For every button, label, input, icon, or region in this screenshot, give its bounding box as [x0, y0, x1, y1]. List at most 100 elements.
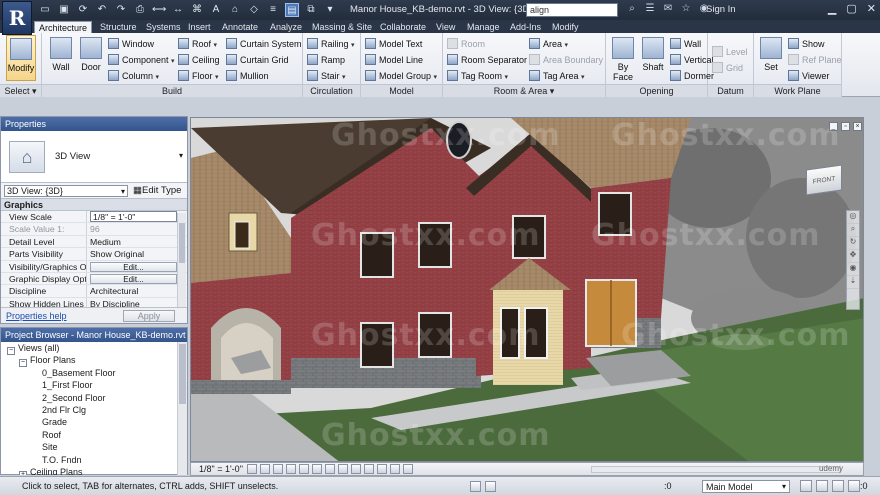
tree-item[interactable]: − Floor Plans: [1, 354, 177, 368]
worksharing-icon[interactable]: [377, 464, 387, 474]
crop-view-icon[interactable]: [312, 464, 322, 474]
save-icon[interactable]: ▣: [57, 3, 71, 17]
curtain-grid-button[interactable]: Curtain Grid: [226, 53, 289, 67]
open-icon[interactable]: ▭: [38, 3, 52, 17]
look-icon[interactable]: ◉: [847, 263, 859, 276]
roof-button[interactable]: Roof ▾: [178, 37, 217, 51]
show-crop-icon[interactable]: [325, 464, 335, 474]
tab-insert[interactable]: Insert: [184, 21, 215, 33]
visual-style-icon[interactable]: [260, 464, 270, 474]
vertical-opening-button[interactable]: Vertical: [670, 53, 714, 67]
door-button[interactable]: Door: [76, 35, 106, 81]
select-pinned-icon[interactable]: [832, 480, 844, 492]
orbit-icon[interactable]: ↻: [847, 237, 859, 250]
properties-help-link[interactable]: Properties help: [6, 311, 67, 321]
model-line-button[interactable]: Model Line: [365, 53, 423, 67]
ramp-button[interactable]: Ramp: [307, 53, 345, 67]
sun-path-icon[interactable]: [273, 464, 283, 474]
properties-group-header[interactable]: Graphics: [1, 199, 187, 211]
by-face-button[interactable]: By Face: [608, 35, 638, 82]
switch-windows-icon[interactable]: ⧉: [304, 3, 318, 17]
ref-plane-button[interactable]: Ref Plane: [788, 53, 842, 67]
view-minimize-icon[interactable]: _: [829, 122, 838, 131]
tab-structure[interactable]: Structure: [96, 21, 141, 33]
room-area-dropdown[interactable]: Room & Area ▾: [443, 84, 605, 97]
select-dropdown[interactable]: Select ▾: [0, 84, 41, 97]
tree-item[interactable]: + Ceiling Plans: [1, 466, 177, 475]
3d-view-canvas[interactable]: Ghostxx.com Ghostxx.com Ghostxx.com Ghos…: [190, 117, 864, 462]
shaft-button[interactable]: Shaft: [638, 35, 668, 81]
view-restore-icon[interactable]: ▫: [841, 122, 850, 131]
prop-value[interactable]: Medium: [87, 236, 187, 247]
tab-architecture[interactable]: Architecture: [34, 21, 93, 33]
tree-item[interactable]: 0_Basement Floor: [1, 367, 177, 379]
design-option-select[interactable]: Main Model: [702, 480, 790, 493]
design-option-icon[interactable]: [485, 481, 496, 492]
workset-icon[interactable]: [470, 481, 481, 492]
tab-view[interactable]: View: [432, 21, 459, 33]
ceiling-button[interactable]: Ceiling: [178, 53, 220, 67]
tab-manage[interactable]: Manage: [463, 21, 504, 33]
view-instance-select[interactable]: 3D View: {3D}: [4, 185, 128, 197]
analytical-model-icon[interactable]: [390, 464, 400, 474]
favorites-icon[interactable]: ☆: [680, 3, 692, 14]
measure-icon[interactable]: ⟷: [152, 3, 166, 17]
tag-area-button[interactable]: Tag Area ▾: [529, 69, 585, 83]
stair-button[interactable]: Stair ▾: [307, 69, 346, 83]
prop-row-detail-level[interactable]: Detail Level Medium: [1, 235, 187, 249]
tab-collaborate[interactable]: Collaborate: [376, 21, 430, 33]
qat-dropdown-icon[interactable]: ▾: [323, 3, 337, 17]
select-by-face-icon[interactable]: [848, 480, 860, 492]
area-button[interactable]: Area ▾: [529, 37, 568, 51]
dimension-icon[interactable]: ↔: [171, 3, 185, 17]
type-selector[interactable]: ⌂ 3D View ▾: [1, 131, 187, 183]
lock-view-icon[interactable]: [338, 464, 348, 474]
tab-modify[interactable]: Modify: [548, 21, 583, 33]
properties-scrollbar[interactable]: [177, 213, 186, 313]
chevron-down-icon[interactable]: ▾: [179, 151, 183, 160]
component-button[interactable]: Component ▾: [108, 53, 175, 67]
select-underlay-icon[interactable]: [816, 480, 828, 492]
apply-button[interactable]: Apply: [123, 310, 175, 322]
tag-icon[interactable]: ⌘: [190, 3, 204, 17]
railing-button[interactable]: Railing ▾: [307, 37, 355, 51]
view-close-icon[interactable]: ×: [853, 122, 862, 131]
sign-in-link[interactable]: Sign In: [706, 4, 736, 15]
horizontal-scrollbar[interactable]: [591, 466, 841, 473]
3d-view-icon[interactable]: ⌂: [228, 3, 242, 17]
area-boundary-button[interactable]: Area Boundary: [529, 53, 603, 67]
curtain-system-button[interactable]: Curtain System: [226, 37, 302, 51]
tree-item[interactable]: Site: [1, 441, 177, 453]
model-group-button[interactable]: Model Group ▾: [365, 69, 437, 83]
walk-icon[interactable]: ⇣: [847, 276, 859, 289]
tree-item[interactable]: Roof: [1, 429, 177, 441]
tab-systems[interactable]: Systems: [142, 21, 185, 33]
pan-icon[interactable]: ✥: [847, 250, 859, 263]
view-scale-input[interactable]: 1/8" = 1'-0": [90, 211, 177, 222]
maximize-icon[interactable]: ▢: [846, 2, 856, 15]
shadows-icon[interactable]: [286, 464, 296, 474]
tag-room-button[interactable]: Tag Room ▾: [447, 69, 508, 83]
subscription-icon[interactable]: ☰: [644, 3, 656, 14]
expand-icon[interactable]: +: [19, 470, 27, 475]
zoom-icon[interactable]: ⌕: [847, 224, 859, 237]
select-links-icon[interactable]: [800, 480, 812, 492]
viewer-button[interactable]: Viewer: [788, 69, 829, 83]
tree-item[interactable]: 2_Second Floor: [1, 392, 177, 404]
render-icon[interactable]: [299, 464, 309, 474]
steering-wheel-icon[interactable]: ◎: [847, 211, 859, 224]
communication-icon[interactable]: ✉: [662, 3, 674, 14]
tree-item[interactable]: 2nd Flr Clg: [1, 404, 177, 416]
section-icon[interactable]: ◇: [247, 3, 261, 17]
visibility-graphics-edit-button[interactable]: Edit...: [90, 261, 177, 272]
thin-lines-icon[interactable]: ≡: [266, 3, 280, 17]
print-icon[interactable]: ⎙: [133, 3, 147, 17]
tab-massing-site[interactable]: Massing & Site: [308, 21, 376, 33]
temporary-hide-icon[interactable]: [351, 464, 361, 474]
floor-button[interactable]: Floor ▾: [178, 69, 219, 83]
tab-analyze[interactable]: Analyze: [266, 21, 306, 33]
mullion-button[interactable]: Mullion: [226, 69, 269, 83]
column-button[interactable]: Column ▾: [108, 69, 159, 83]
search-icon[interactable]: ⌕: [626, 3, 638, 14]
viewcube[interactable]: FRONT: [806, 164, 842, 196]
